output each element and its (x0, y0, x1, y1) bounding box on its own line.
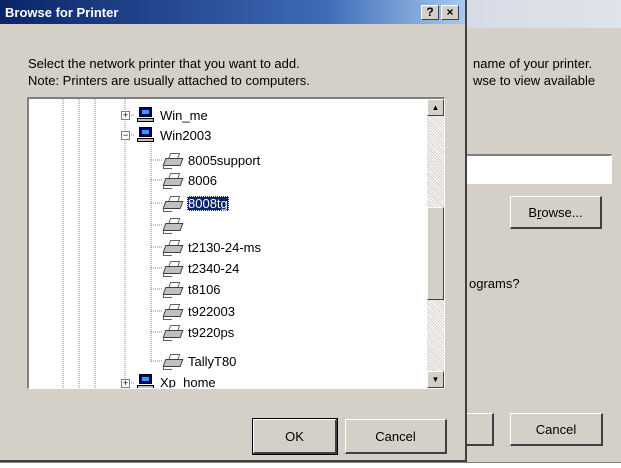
node-label: t9220ps (188, 324, 235, 340)
tree-node-printer-selected[interactable]: 8008tg (162, 194, 229, 212)
tree-node-printer[interactable]: t8106 (162, 280, 222, 298)
cancel-button[interactable]: Cancel (345, 419, 447, 454)
tree-node-printer[interactable] (162, 216, 189, 234)
node-label: 8008tg (187, 195, 229, 211)
wizard-bottom-edge (0, 462, 621, 463)
tree-node-printer[interactable]: t2340-24 (162, 259, 240, 277)
dialog-titlebar[interactable]: Browse for Printer ? × (0, 0, 465, 24)
help-button[interactable]: ? (421, 5, 439, 20)
printer-icon (162, 152, 184, 169)
node-label: Win_me (160, 107, 208, 123)
tree-node-win-me[interactable]: Win_me (137, 106, 209, 124)
tree-node-printer[interactable]: t9220ps (162, 323, 235, 341)
node-label: 8006 (188, 172, 217, 188)
expand-win-me-toggle[interactable]: + (121, 111, 130, 120)
node-label: t8106 (188, 281, 221, 297)
scroll-up-arrow-icon[interactable]: ▲ (427, 99, 444, 116)
printer-icon (162, 324, 184, 341)
expand-xp-home-toggle[interactable]: + (121, 379, 130, 388)
tree-node-printer[interactable]: TallyT80 (162, 352, 237, 370)
printer-icon (162, 239, 184, 256)
collapse-win2003-toggle[interactable]: − (121, 131, 130, 140)
computer-icon (137, 107, 155, 123)
wizard-instruction-line-2: wse to view available (473, 73, 596, 88)
printer-icon (162, 260, 184, 277)
tree-node-printer[interactable]: 8006 (162, 171, 218, 189)
printer-name-field[interactable] (464, 154, 612, 184)
wizard-browse-button[interactable]: Br owse... (510, 196, 602, 229)
wizard-back-button[interactable] (466, 413, 494, 446)
printer-icon (162, 217, 184, 234)
tree-node-printer[interactable]: t2130-24-ms (162, 238, 262, 256)
printer-icon (162, 303, 184, 320)
description-line-1: Select the network printer that you want… (28, 56, 300, 71)
tree-node-printer[interactable]: t922003 (162, 302, 236, 320)
scrollbar-thumb[interactable] (427, 207, 444, 300)
computer-icon (137, 127, 155, 143)
node-label: t2340-24 (188, 260, 240, 276)
printer-icon (162, 195, 184, 212)
node-label: Win2003 (160, 127, 212, 143)
wizard-cancel-button[interactable]: Cancel (510, 413, 603, 446)
default-printer-question: ograms? (469, 276, 520, 291)
close-button[interactable]: × (441, 5, 459, 20)
tree-node-printer[interactable]: 8005support (162, 151, 261, 169)
dialog-description: Select the network printer that you want… (28, 55, 310, 89)
wizard-instructions: name of your printer. wse to view availa… (473, 55, 595, 89)
browse-label-b: B (528, 204, 538, 220)
tree-node-xp-home[interactable]: Xp_home (137, 373, 217, 389)
dialog-title: Browse for Printer (5, 5, 119, 20)
printer-icon (162, 353, 184, 370)
computer-icon (137, 374, 155, 388)
node-label: t922003 (188, 303, 235, 319)
node-label: TallyT80 (188, 353, 237, 369)
ok-button[interactable]: OK (252, 418, 338, 455)
printer-icon (162, 281, 184, 298)
node-label: Xp_home (160, 374, 216, 389)
scroll-down-arrow-icon[interactable]: ▼ (427, 371, 444, 388)
tree-node-win2003[interactable]: Win2003 (137, 126, 212, 144)
description-line-2: Note: Printers are usually attached to c… (28, 73, 310, 88)
printer-icon (162, 172, 184, 189)
browse-label-rest: owse... (541, 204, 583, 220)
browse-for-printer-dialog: Browse for Printer ? × Select the networ… (0, 0, 467, 462)
wizard-instruction-line-1: name of your printer. (473, 56, 593, 71)
node-label: 8005support (188, 152, 261, 168)
node-label: t2130-24-ms (188, 239, 261, 255)
tree-vertical-scrollbar[interactable]: ▲ ▼ (427, 99, 444, 388)
printer-tree-view[interactable]: + Win_me − Win2003 8005support 8006 8008… (27, 97, 445, 389)
